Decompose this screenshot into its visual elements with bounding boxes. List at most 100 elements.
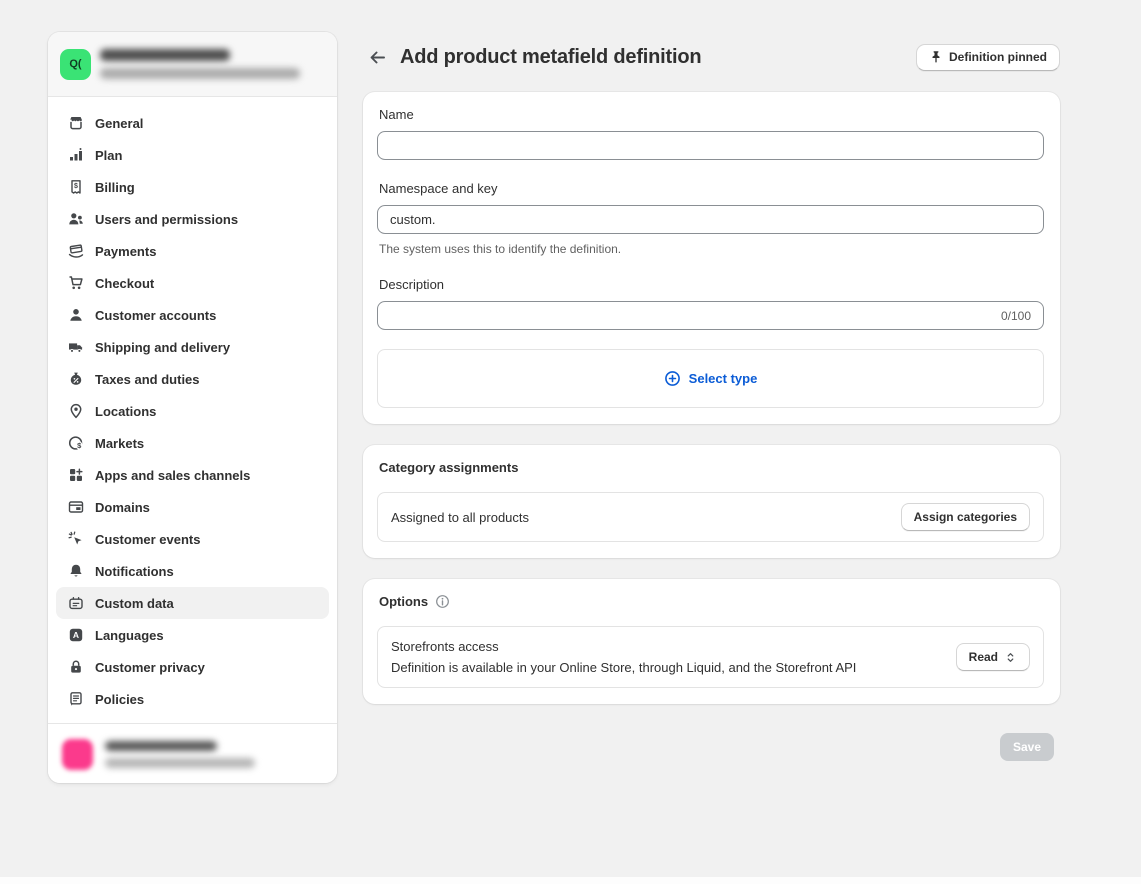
sidebar-item-label: Customer events — [95, 532, 200, 547]
storefronts-access-title: Storefronts access — [391, 639, 856, 654]
bell-icon — [68, 563, 84, 579]
sidebar-item-markets[interactable]: Markets — [56, 427, 329, 459]
sidebar-item-billing[interactable]: Billing — [56, 171, 329, 203]
pin-icon — [929, 50, 943, 64]
name-input[interactable] — [377, 131, 1044, 160]
sidebar-item-general[interactable]: General — [56, 107, 329, 139]
plan-icon — [68, 147, 84, 163]
sidebar-item-custom-data[interactable]: Custom data — [56, 587, 329, 619]
store-avatar: Q( — [60, 49, 91, 80]
updown-chevrons-icon — [1004, 651, 1017, 664]
storefronts-access-row: Storefronts access Definition is availab… — [377, 626, 1044, 688]
domains-icon — [68, 499, 84, 515]
category-assignments-card: Category assignments Assigned to all pro… — [363, 445, 1060, 558]
definition-pinned-button[interactable]: Definition pinned — [916, 44, 1060, 71]
sidebar-item-customer-accounts[interactable]: Customer accounts — [56, 299, 329, 331]
save-button[interactable]: Save — [1000, 733, 1054, 761]
sidebar-item-users-and-permissions[interactable]: Users and permissions — [56, 203, 329, 235]
sidebar-item-label: Notifications — [95, 564, 174, 579]
store-switcher[interactable]: Q( — [48, 32, 337, 97]
footer-actions: Save — [363, 733, 1060, 761]
location-pin-icon — [68, 403, 84, 419]
description-input[interactable] — [377, 301, 1044, 330]
storefronts-access-select[interactable]: Read — [956, 643, 1030, 671]
description-label: Description — [379, 277, 1044, 292]
sidebar-item-taxes-and-duties[interactable]: Taxes and duties — [56, 363, 329, 395]
markets-icon — [68, 435, 84, 451]
sidebar-item-locations[interactable]: Locations — [56, 395, 329, 427]
custom-data-icon — [68, 595, 84, 611]
definition-form-card: Name Namespace and key The system uses t… — [363, 92, 1060, 424]
cart-icon — [68, 275, 84, 291]
sidebar-item-plan[interactable]: Plan — [56, 139, 329, 171]
sidebar-item-label: General — [95, 116, 143, 131]
sidebar-item-label: Plan — [95, 148, 122, 163]
user-avatar — [62, 739, 93, 770]
payments-icon — [68, 243, 84, 259]
back-arrow-icon — [368, 48, 387, 67]
select-type-button[interactable]: Select type — [377, 349, 1044, 408]
options-title: Options — [379, 594, 428, 609]
page-title: Add product metafield definition — [400, 46, 701, 69]
sidebar-item-label: Languages — [95, 628, 164, 643]
policies-icon — [68, 691, 84, 707]
user-email-redacted — [105, 758, 255, 768]
sidebar-item-label: Policies — [95, 692, 144, 707]
sidebar-item-label: Shipping and delivery — [95, 340, 230, 355]
sidebar-item-label: Customer accounts — [95, 308, 216, 323]
options-card: Options Storefronts access Definition is… — [363, 579, 1060, 704]
sidebar-item-customer-events[interactable]: Customer events — [56, 523, 329, 555]
apps-icon — [68, 467, 84, 483]
settings-sidebar: Q( General Plan Billing Users and permis… — [48, 32, 337, 783]
sidebar-item-customer-privacy[interactable]: Customer privacy — [56, 651, 329, 683]
sidebar-item-label: Taxes and duties — [95, 372, 200, 387]
sidebar-item-shipping-and-delivery[interactable]: Shipping and delivery — [56, 331, 329, 363]
sidebar-item-label: Custom data — [95, 596, 174, 611]
users-icon — [68, 211, 84, 227]
person-icon — [68, 307, 84, 323]
sidebar-item-label: Payments — [95, 244, 156, 259]
store-avatar-initials: Q( — [69, 58, 81, 70]
select-type-label: Select type — [689, 371, 758, 386]
definition-pinned-label: Definition pinned — [949, 50, 1047, 64]
customer-events-icon — [68, 531, 84, 547]
sidebar-item-label: Customer privacy — [95, 660, 205, 675]
user-account-row[interactable] — [48, 723, 337, 783]
sidebar-item-label: Apps and sales channels — [95, 468, 250, 483]
category-assignments-title: Category assignments — [379, 460, 1044, 475]
category-assignment-row: Assigned to all products Assign categori… — [377, 492, 1044, 542]
billing-icon — [68, 179, 84, 195]
sidebar-item-domains[interactable]: Domains — [56, 491, 329, 523]
sidebar-item-checkout[interactable]: Checkout — [56, 267, 329, 299]
sidebar-item-notifications[interactable]: Notifications — [56, 555, 329, 587]
sidebar-item-label: Billing — [95, 180, 135, 195]
store-domain-redacted — [100, 68, 300, 79]
namespace-label: Namespace and key — [379, 181, 1044, 196]
sidebar-item-apps-and-sales-channels[interactable]: Apps and sales channels — [56, 459, 329, 491]
back-button[interactable] — [366, 46, 389, 69]
page-header: Add product metafield definition Definit… — [363, 43, 1060, 71]
sidebar-item-label: Users and permissions — [95, 212, 238, 227]
name-label: Name — [379, 107, 1044, 122]
store-icon — [68, 115, 84, 131]
main-content: Add product metafield definition Definit… — [363, 43, 1060, 761]
settings-nav: General Plan Billing Users and permissio… — [48, 97, 337, 723]
sidebar-item-payments[interactable]: Payments — [56, 235, 329, 267]
sidebar-item-languages[interactable]: Languages — [56, 619, 329, 651]
lock-icon — [68, 659, 84, 675]
viewport-bottom-strip — [0, 877, 1141, 884]
namespace-help-text: The system uses this to identify the def… — [379, 242, 1044, 256]
category-assignment-status: Assigned to all products — [391, 510, 529, 525]
info-icon[interactable] — [435, 594, 450, 609]
assign-categories-button[interactable]: Assign categories — [901, 503, 1030, 531]
sidebar-item-label: Checkout — [95, 276, 154, 291]
storefronts-access-description: Definition is available in your Online S… — [391, 660, 856, 675]
sidebar-item-policies[interactable]: Policies — [56, 683, 329, 715]
sidebar-item-label: Locations — [95, 404, 156, 419]
plus-circle-icon — [664, 370, 681, 387]
truck-icon — [68, 339, 84, 355]
sidebar-item-label: Domains — [95, 500, 150, 515]
store-name-redacted — [100, 49, 230, 61]
namespace-input[interactable] — [377, 205, 1044, 234]
user-name-redacted — [105, 741, 217, 751]
